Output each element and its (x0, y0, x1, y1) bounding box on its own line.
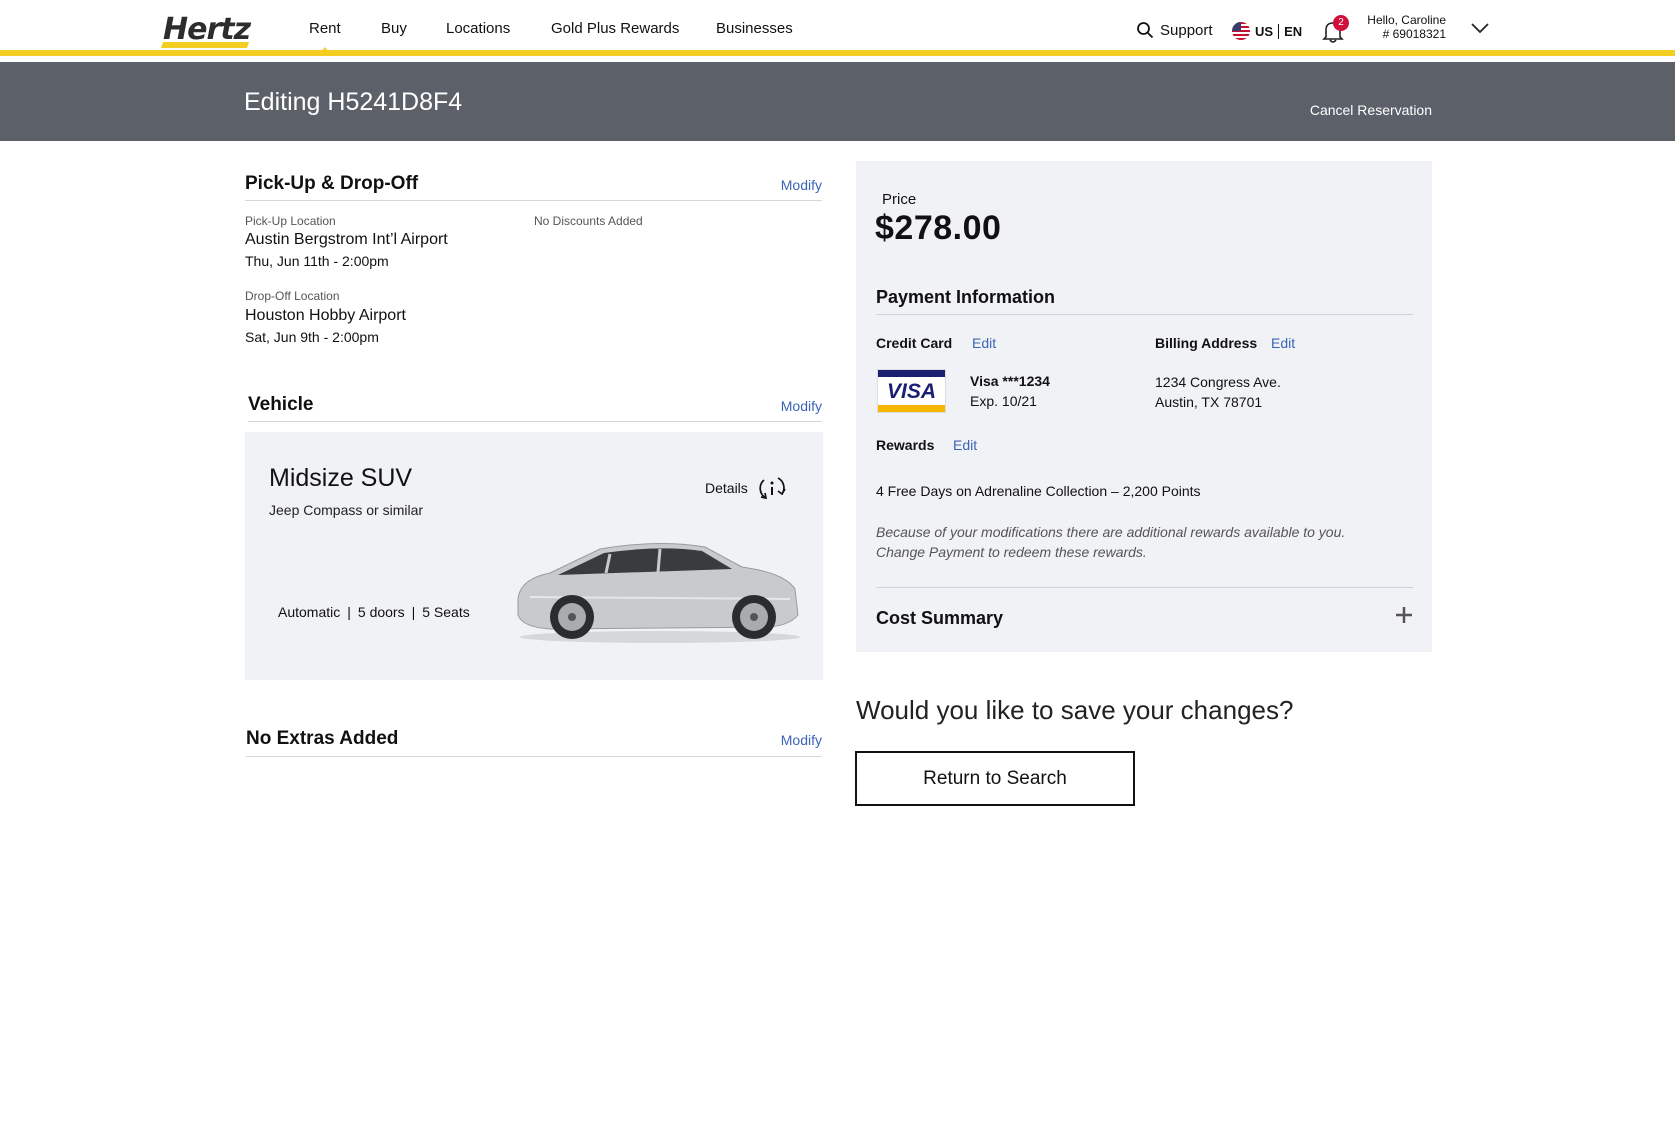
edit-rewards-link[interactable]: Edit (953, 437, 977, 453)
notification-badge: 2 (1333, 15, 1349, 31)
pickup-datetime: Thu, Jun 11th - 2:00pm (245, 253, 389, 269)
spec-doors: 5 doors (357, 604, 405, 620)
modify-pickup-dropoff-link[interactable]: Modify (781, 177, 822, 193)
dropoff-datetime: Sat, Jun 9th - 2:00pm (245, 329, 379, 345)
editing-banner: Editing H5241D8F4 Cancel Reservation (0, 62, 1675, 141)
section-title: Pick-Up & Drop-Off (245, 173, 419, 194)
section-title: No Extras Added (246, 728, 399, 749)
us-flag-icon (1232, 22, 1250, 40)
language-selector[interactable]: US EN (1232, 22, 1302, 40)
details-label: Details (705, 480, 748, 496)
modify-vehicle-link[interactable]: Modify (781, 398, 822, 414)
vehicle-details-button[interactable]: Details (705, 474, 788, 502)
hertz-logo[interactable]: Hertz (160, 10, 254, 48)
nav-businesses[interactable]: Businesses (716, 20, 793, 37)
country-code: US (1255, 23, 1274, 39)
section-title: Vehicle (248, 394, 314, 415)
extras-header: No Extras Added Modify (246, 728, 822, 757)
dropoff-location-name: Houston Hobby Airport (245, 307, 406, 324)
cancel-reservation-link[interactable]: Cancel Reservation (1310, 102, 1432, 118)
spec-divider: | (411, 604, 416, 620)
chevron-down-icon[interactable] (1469, 17, 1491, 39)
visa-card-icon: VISA (877, 369, 946, 413)
nav-locations[interactable]: Locations (446, 20, 510, 37)
card-number: Visa ***1234 (970, 373, 1050, 389)
vehicle-class: Midsize SUV (269, 464, 413, 492)
cost-summary-toggle[interactable]: Cost Summary (876, 608, 1003, 629)
divider (876, 314, 1413, 315)
rewards-label: Rewards (876, 437, 935, 453)
divider (1278, 23, 1280, 39)
support-label: Support (1160, 21, 1213, 39)
visa-logo-text: VISA (886, 380, 936, 403)
pickup-location-name: Austin Bergstrom Int’l Airport (245, 231, 448, 248)
spec-divider: | (347, 604, 351, 620)
pickup-location-label: Pick-Up Location (245, 214, 336, 228)
member-number: # 69018321 (1382, 27, 1446, 41)
divider (876, 587, 1413, 588)
edit-credit-card-link[interactable]: Edit (972, 335, 996, 351)
account-greeting[interactable]: Hello, Caroline # 69018321 (1360, 13, 1446, 41)
payment-information-title: Payment Information (876, 287, 1056, 307)
billing-address-line1: 1234 Congress Ave. (1155, 374, 1281, 390)
pickup-dropoff-header: Pick-Up & Drop-Off Modify (245, 173, 822, 201)
rewards-note: Because of your modifications there are … (876, 524, 1346, 560)
spec-seats: 5 Seats (422, 604, 470, 620)
support-link[interactable]: Support (1136, 21, 1213, 39)
plus-icon[interactable] (1395, 606, 1413, 624)
info-rotate-icon (759, 477, 786, 500)
dropoff-location-label: Drop-Off Location (245, 289, 340, 303)
return-to-search-button[interactable]: Return to Search (855, 751, 1135, 806)
price-label: Price (882, 191, 917, 208)
vehicle-model: Jeep Compass or similar (269, 502, 424, 518)
page-title: Editing H5241D8F4 (244, 88, 463, 116)
top-navigation-bar: Hertz Rent Buy Locations Gold Plus Rewar… (0, 0, 1675, 56)
card-expiration: Exp. 10/21 (970, 393, 1037, 409)
vehicle-specs: Automatic | 5 doors | 5 Seats (278, 604, 470, 620)
rewards-value: 4 Free Days on Adrenaline Collection – 2… (876, 483, 1201, 499)
spec-transmission: Automatic (278, 604, 341, 620)
billing-address-label: Billing Address (1155, 335, 1258, 351)
logo-underline (160, 42, 250, 48)
vehicle-header: Vehicle Modify (248, 394, 822, 422)
modify-extras-link[interactable]: Modify (781, 732, 822, 748)
vehicle-card: Midsize SUV Jeep Compass or similar Deta… (245, 432, 823, 680)
payment-panel: Price $278.00 Payment Information Credit… (856, 161, 1432, 652)
greeting-text: Hello, Caroline (1367, 13, 1446, 27)
discounts-status: No Discounts Added (534, 214, 643, 228)
search-icon (1137, 22, 1154, 39)
price-value: $278.00 (875, 209, 1002, 247)
nav-rent[interactable]: Rent (309, 20, 341, 37)
language-code: EN (1284, 23, 1303, 39)
credit-card-label: Credit Card (876, 335, 953, 351)
nav-gold-plus-rewards[interactable]: Gold Plus Rewards (551, 20, 679, 37)
vehicle-image (517, 542, 800, 643)
billing-address-line2: Austin, TX 78701 (1155, 394, 1263, 410)
nav-buy[interactable]: Buy (381, 20, 407, 37)
save-changes-question: Would you like to save your changes? (856, 695, 1294, 725)
edit-billing-address-link[interactable]: Edit (1271, 335, 1295, 351)
active-nav-indicator (318, 47, 332, 56)
